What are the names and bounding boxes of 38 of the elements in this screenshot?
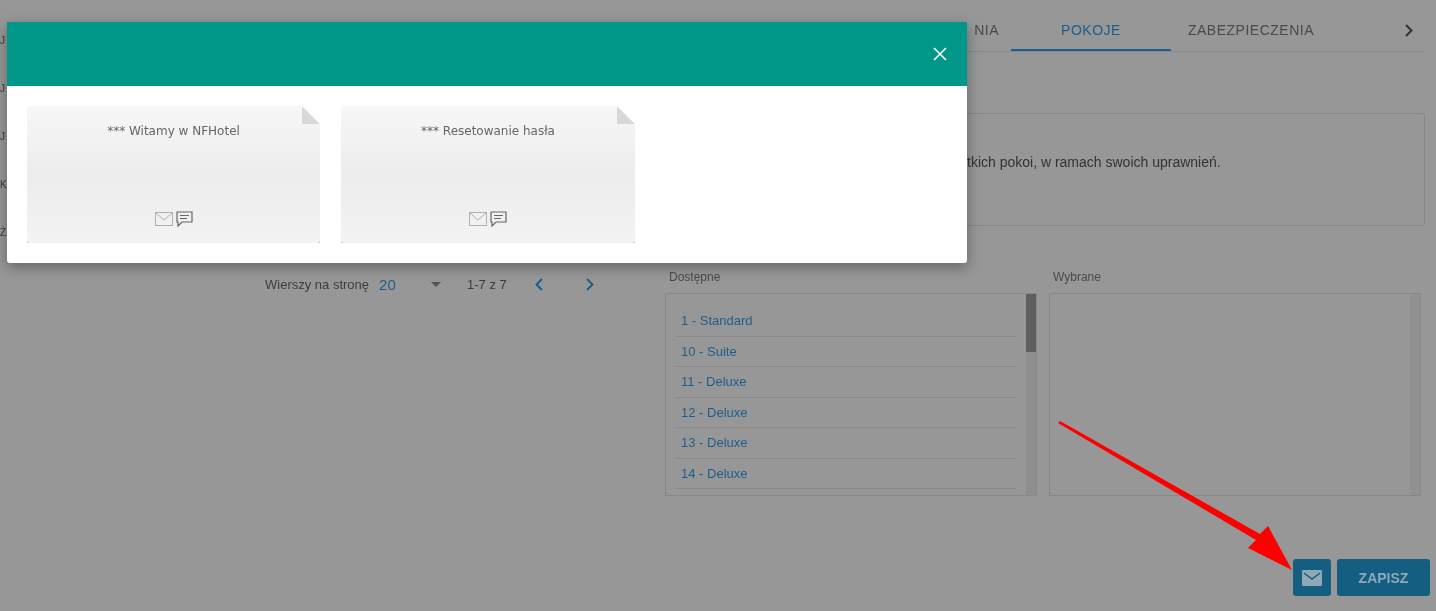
tab[interactable]: NIA xyxy=(665,10,1011,51)
save-button[interactable]: ZAPISZ xyxy=(1337,559,1430,596)
list-item-text[interactable]: K xyxy=(0,179,7,195)
list-item-text[interactable]: Ż xyxy=(0,227,7,243)
page-range: 1-7 z 7 xyxy=(467,277,507,292)
list-item-text[interactable]: J xyxy=(0,35,5,51)
room-item[interactable]: 14 - Deluxe xyxy=(676,458,1016,489)
next-page-icon[interactable] xyxy=(585,278,594,291)
folded-corner-icon xyxy=(302,106,320,124)
template-card[interactable]: *** Resetowanie hasła xyxy=(341,106,635,243)
tab[interactable]: ZABEZPIECZENIA xyxy=(1171,10,1331,51)
room-item[interactable]: 12 - Deluxe xyxy=(676,397,1016,428)
selected-label: Wybrane xyxy=(1052,270,1102,284)
folded-corner-icon xyxy=(617,106,635,124)
room-item[interactable]: 10 - Suite xyxy=(676,336,1016,367)
chat-icon xyxy=(175,211,193,227)
previous-page-icon[interactable] xyxy=(534,278,543,291)
list-item-text[interactable]: J xyxy=(0,131,5,147)
list-item-text[interactable]: J xyxy=(0,83,5,99)
rows-per-page-select[interactable]: 20 xyxy=(379,276,432,293)
template-card[interactable]: *** Witamy w NFHotel xyxy=(27,106,320,243)
scrollbar[interactable] xyxy=(1026,294,1036,495)
mail-icon xyxy=(154,212,173,226)
mail-icon xyxy=(1302,569,1322,586)
mail-button[interactable] xyxy=(1293,559,1331,596)
dropdown-caret-icon[interactable] xyxy=(431,282,442,287)
mail-icon xyxy=(469,212,487,226)
close-icon[interactable] xyxy=(933,47,947,61)
room-item[interactable]: 1 - Standard xyxy=(676,306,1016,337)
template-title: *** Witamy w NFHotel xyxy=(107,124,240,138)
template-title: *** Resetowanie hasła xyxy=(421,124,555,138)
room-item[interactable]: 13 - Deluxe xyxy=(676,428,1016,459)
room-item[interactable]: 11 - Deluxe xyxy=(676,367,1016,398)
tab[interactable]: POKOJE xyxy=(1011,10,1171,51)
available-label: Dostępne xyxy=(668,270,722,284)
info-text: tkich pokoi, w ramach swoich uprawnień. xyxy=(967,154,1221,170)
rows-per-page-label: Wierszy na stronę xyxy=(265,277,370,292)
chat-icon xyxy=(490,211,507,227)
